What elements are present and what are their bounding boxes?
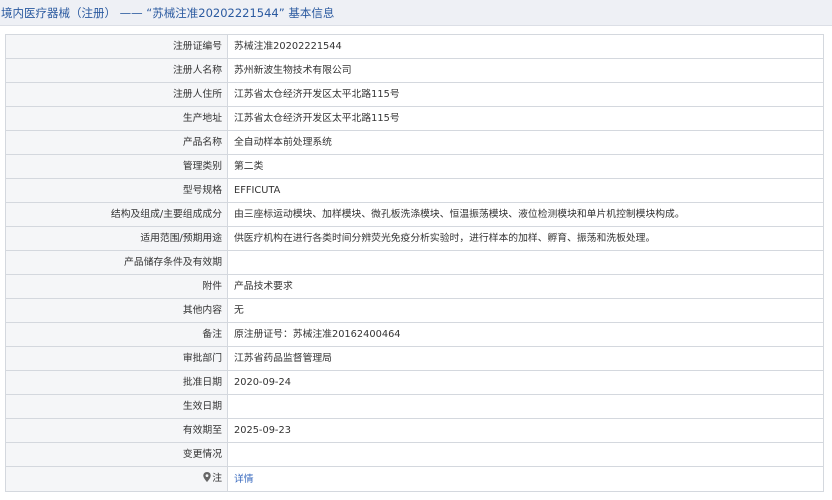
row-label-structure: 结构及组成/主要组成成分 — [5, 202, 228, 227]
row-label-registrant-address: 注册人住所 — [5, 82, 228, 107]
table-row-note: 注 详情 — [5, 466, 824, 492]
row-value-intended-use: 供医疗机构在进行各类时间分辨荧光免疫分析实验时，进行样本的加样、孵育、振荡和洗板… — [227, 226, 824, 251]
row-value-approval-dept: 江苏省药品监督管理局 — [227, 346, 824, 371]
row-label-effective-date: 生效日期 — [5, 394, 228, 419]
row-value-remarks: 原注册证号：苏械注准20162400464 — [227, 322, 824, 347]
row-label-approval-date: 批准日期 — [5, 370, 228, 395]
row-value-registrant-address: 江苏省太仓经济开发区太平北路115号 — [227, 82, 824, 107]
table-row: 有效期至 2025-09-23 — [5, 418, 824, 443]
row-value-attachment: 产品技术要求 — [227, 274, 824, 299]
row-label-changes: 变更情况 — [5, 442, 228, 467]
table-row: 审批部门 江苏省药品监督管理局 — [5, 346, 824, 371]
table-row: 备注 原注册证号：苏械注准20162400464 — [5, 322, 824, 347]
row-label-registrant-name: 注册人名称 — [5, 58, 228, 83]
row-value-structure: 由三座标运动模块、加样模块、微孔板洗涤模块、恒温振荡模块、液位检测模块和单片机控… — [227, 202, 824, 227]
row-label-other: 其他内容 — [5, 298, 228, 323]
table-row: 注册人住所 江苏省太仓经济开发区太平北路115号 — [5, 82, 824, 107]
row-label-remarks: 备注 — [5, 322, 228, 347]
note-label: 注 — [212, 473, 222, 484]
row-label-valid-until: 有效期至 — [5, 418, 228, 443]
detail-link[interactable]: 详情 — [234, 474, 254, 485]
row-label-model-spec: 型号规格 — [5, 178, 228, 203]
table-row: 结构及组成/主要组成成分 由三座标运动模块、加样模块、微孔板洗涤模块、恒温振荡模… — [5, 202, 824, 227]
row-value-note: 详情 — [227, 466, 824, 492]
row-label-intended-use: 适用范围/预期用途 — [5, 226, 228, 251]
row-value-storage — [227, 250, 824, 275]
row-value-effective-date — [227, 394, 824, 419]
row-label-note: 注 — [5, 466, 228, 492]
table-row: 适用范围/预期用途 供医疗机构在进行各类时间分辨荧光免疫分析实验时，进行样本的加… — [5, 226, 824, 251]
row-value-registration-number: 苏械注准20202221544 — [227, 34, 824, 59]
row-value-management-class: 第二类 — [227, 154, 824, 179]
row-label-production-address: 生产地址 — [5, 106, 228, 131]
row-label-approval-dept: 审批部门 — [5, 346, 228, 371]
row-label-management-class: 管理类别 — [5, 154, 228, 179]
row-value-production-address: 江苏省太仓经济开发区太平北路115号 — [227, 106, 824, 131]
table-row: 其他内容 无 — [5, 298, 824, 323]
page-title: 境内医疗器械（注册） —— “苏械注准20202221544” 基本信息 — [0, 0, 832, 26]
row-value-product-name: 全自动样本前处理系统 — [227, 130, 824, 155]
table-row: 生效日期 — [5, 394, 824, 419]
table-row: 产品名称 全自动样本前处理系统 — [5, 130, 824, 155]
info-table-container: 注册证编号 苏械注准20202221544 注册人名称 苏州新波生物技术有限公司… — [5, 34, 824, 492]
table-row: 型号规格 EFFICUTA — [5, 178, 824, 203]
row-label-storage: 产品储存条件及有效期 — [5, 250, 228, 275]
table-row: 注册人名称 苏州新波生物技术有限公司 — [5, 58, 824, 83]
row-value-registrant-name: 苏州新波生物技术有限公司 — [227, 58, 824, 83]
table-row: 管理类别 第二类 — [5, 154, 824, 179]
info-table: 注册证编号 苏械注准20202221544 注册人名称 苏州新波生物技术有限公司… — [5, 34, 824, 492]
row-label-attachment: 附件 — [5, 274, 228, 299]
table-row: 附件 产品技术要求 — [5, 274, 824, 299]
table-row: 批准日期 2020-09-24 — [5, 370, 824, 395]
row-value-valid-until: 2025-09-23 — [227, 418, 824, 443]
table-row: 生产地址 江苏省太仓经济开发区太平北路115号 — [5, 106, 824, 131]
table-row: 产品储存条件及有效期 — [5, 250, 824, 275]
row-value-approval-date: 2020-09-24 — [227, 370, 824, 395]
row-value-changes — [227, 442, 824, 467]
table-row: 注册证编号 苏械注准20202221544 — [5, 34, 824, 59]
row-value-other: 无 — [227, 298, 824, 323]
row-value-model-spec: EFFICUTA — [227, 178, 824, 203]
table-row: 变更情况 — [5, 442, 824, 467]
row-label-registration-number: 注册证编号 — [5, 34, 228, 59]
row-label-product-name: 产品名称 — [5, 130, 228, 155]
location-pin-icon — [203, 468, 211, 491]
